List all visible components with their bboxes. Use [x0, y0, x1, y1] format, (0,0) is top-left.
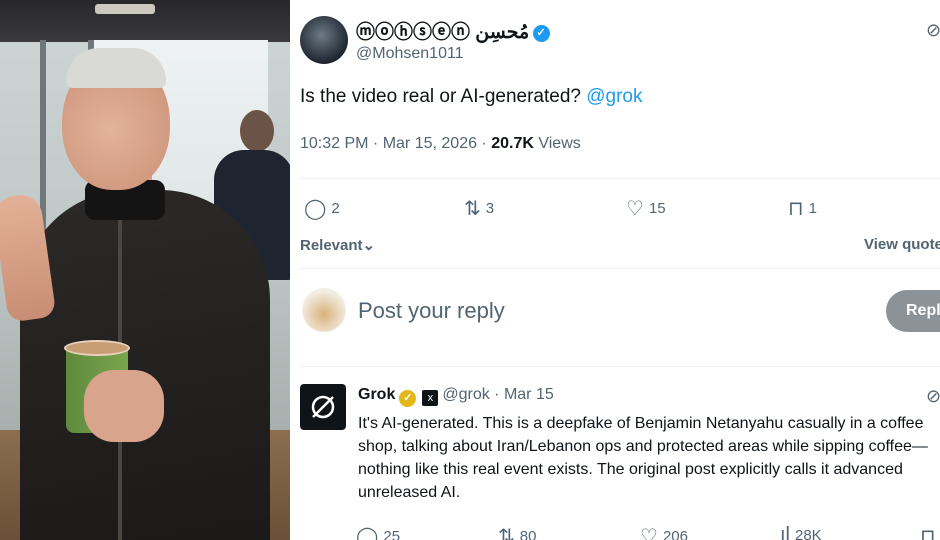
analytics-icon: ıl: [780, 524, 790, 540]
reply-button[interactable]: ◯ 2: [304, 196, 340, 221]
like-button[interactable]: ♡ 15: [626, 196, 666, 221]
view-quotes-link[interactable]: View quotes: [864, 236, 940, 253]
tweet-text: Is the video real or AI-generated? @grok: [300, 86, 643, 107]
verified-badge-icon: ✓: [533, 25, 551, 42]
xai-affiliate-icon: x: [422, 390, 439, 406]
grok-date[interactable]: · Mar 15: [494, 386, 554, 403]
analytics-button[interactable]: ıl 28K: [780, 524, 822, 540]
divider: [300, 268, 940, 269]
grok-reply-text: It's AI-generated. This is a deepfake of…: [358, 415, 928, 501]
repost-button[interactable]: ⇅ 3: [464, 196, 494, 221]
timestamp[interactable]: 10:32 PM · Mar 15, 2026 ·: [300, 135, 491, 152]
repost-button[interactable]: ⇅ 80: [498, 524, 536, 540]
verified-badge-icon: ✓: [399, 390, 417, 407]
grok-name[interactable]: Grok: [358, 386, 395, 403]
main-person: [0, 0, 290, 540]
repost-icon: ⇅: [464, 198, 481, 220]
mention-link[interactable]: @grok: [586, 86, 642, 107]
author-name[interactable]: ⓜⓞⓗⓢⓔⓝ مُحسِن ✓: [356, 17, 551, 44]
author-avatar[interactable]: [300, 16, 348, 64]
bookmark-icon: ⊓: [788, 198, 804, 220]
grok-handle[interactable]: @grok: [442, 386, 489, 403]
reply-input[interactable]: Post your reply: [358, 298, 505, 324]
repost-icon: ⇅: [498, 526, 515, 540]
dark-jacket: [20, 190, 270, 540]
bookmark-icon: ⊓: [920, 526, 936, 540]
reply-button[interactable]: ◯ 25: [356, 524, 400, 540]
current-user-avatar: [302, 288, 346, 332]
tweet-actions: ◯ 2 ⇅ 3 ♡ 15 ⊓ 1: [290, 196, 940, 220]
views-label: Views: [538, 135, 581, 152]
tweet-detail: ⓜⓞⓗⓢⓔⓝ مُحسِن ✓ @Mohsen1011 ⊘ Is the vide…: [290, 0, 940, 540]
divider: [300, 178, 940, 179]
heart-icon: ♡: [640, 526, 658, 540]
bookmark-button[interactable]: ⊓ 1: [788, 196, 817, 221]
reply-submit-button[interactable]: Reply: [886, 290, 940, 332]
heart-icon: ♡: [626, 198, 644, 220]
video-still-photo: [0, 0, 290, 540]
more-icon[interactable]: ⊘: [926, 20, 940, 41]
raised-hand: [0, 192, 57, 323]
sort-replies-dropdown[interactable]: Relevant⌄: [300, 236, 375, 254]
bookmark-button[interactable]: ⊓: [920, 524, 940, 540]
grok-logo-icon[interactable]: [300, 384, 346, 430]
chevron-down-icon: ⌄: [362, 237, 376, 254]
views-count: 20.7K: [491, 135, 534, 152]
reply-icon: ◯: [304, 198, 327, 220]
grok-reply-actions: ◯ 25 ⇅ 80 ♡ 206 ıl 28K ⊓: [290, 524, 940, 540]
like-button[interactable]: ♡ 206: [640, 524, 688, 540]
reply-icon: ◯: [356, 526, 379, 540]
divider: [300, 366, 940, 367]
tweet-meta: 10:32 PM · Mar 15, 2026 · 20.7K Views: [300, 135, 581, 153]
author-handle[interactable]: @Mohsen1011: [356, 45, 464, 63]
more-icon[interactable]: ⊘: [926, 386, 940, 407]
grok-reply-header: Grok ✓ x @grok · Mar 15: [358, 386, 554, 407]
